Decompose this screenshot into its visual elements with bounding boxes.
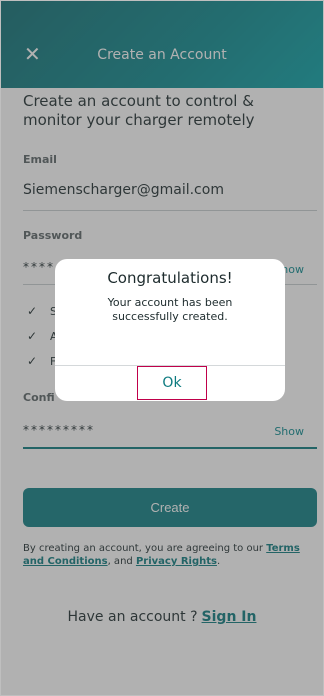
success-dialog: Congratulations! Your account has been s… — [55, 259, 285, 401]
ok-button[interactable]: Ok — [137, 366, 207, 400]
dialog-message: Your account has been successfully creat… — [107, 296, 233, 323]
dialog-title: Congratulations! — [107, 269, 233, 287]
